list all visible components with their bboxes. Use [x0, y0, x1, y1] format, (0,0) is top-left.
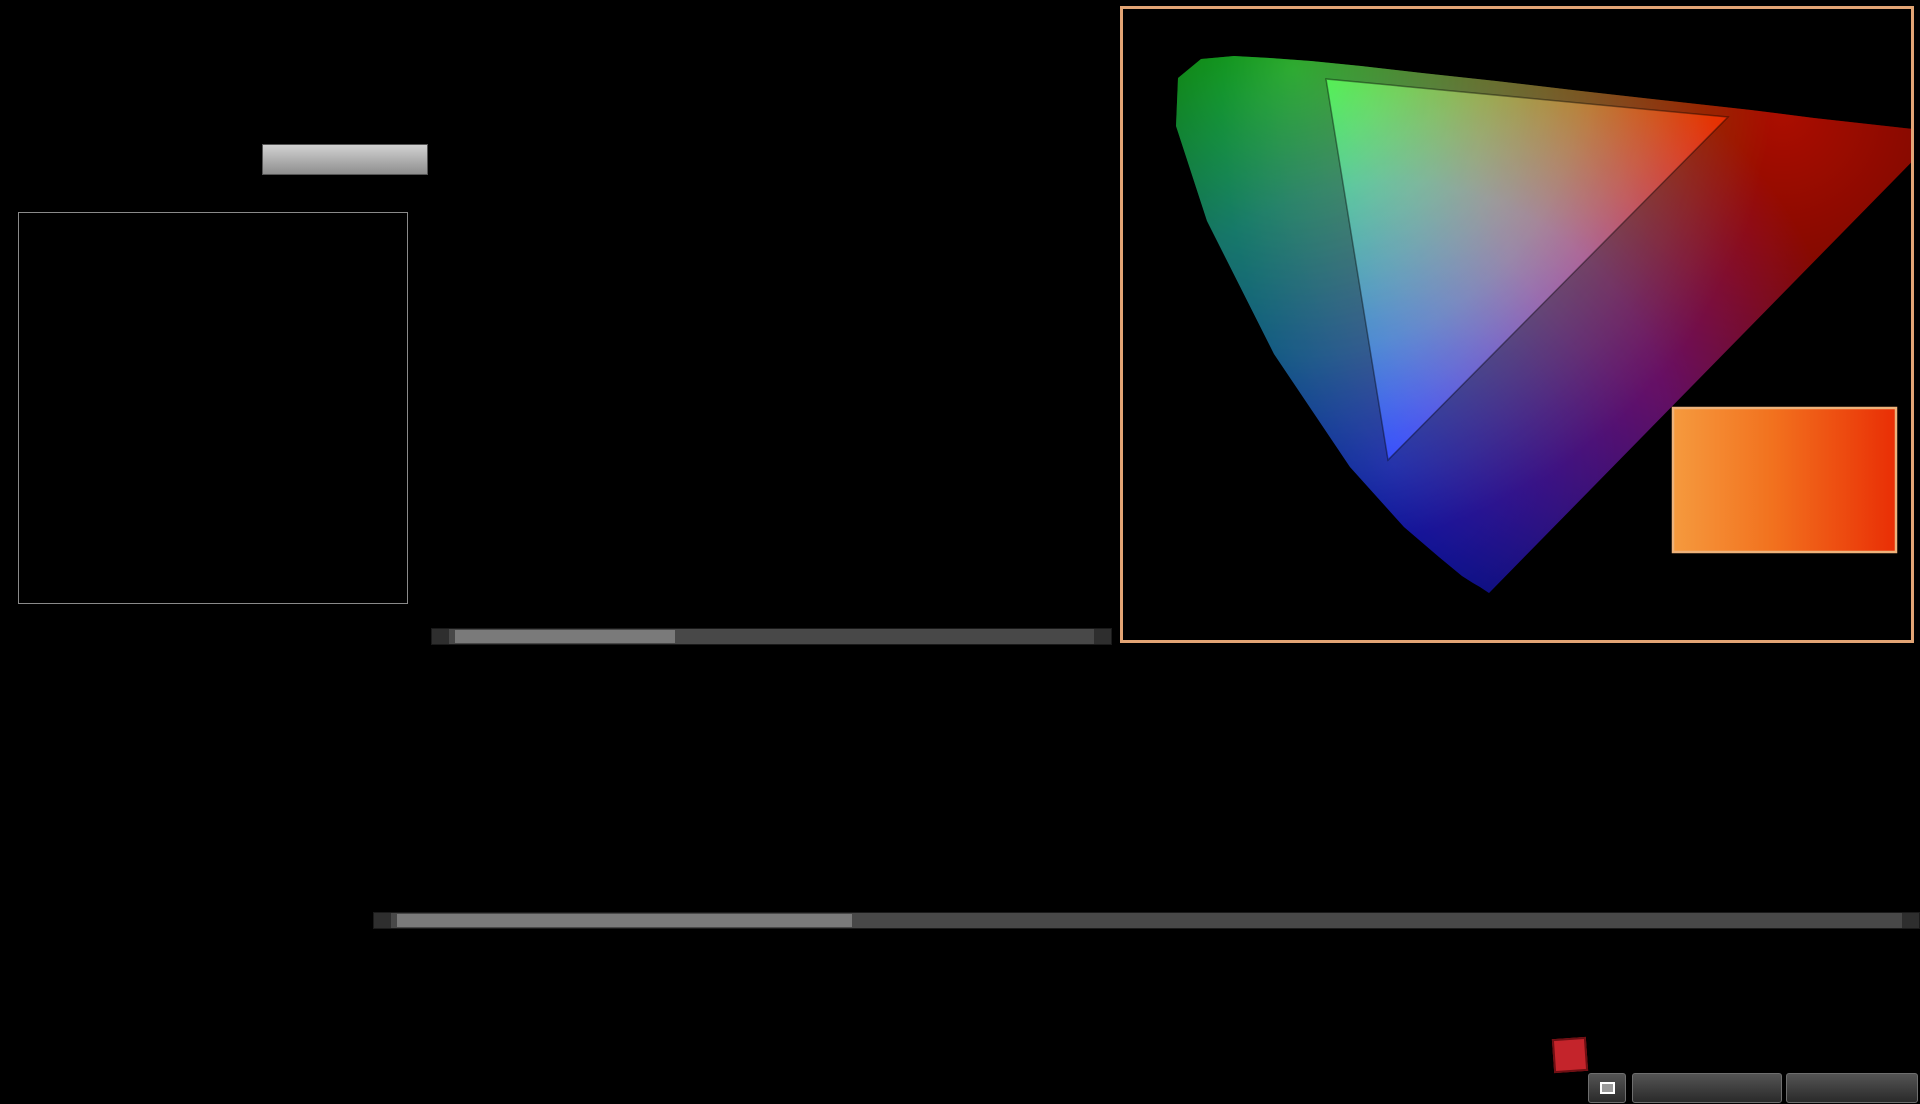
back-button[interactable]	[1632, 1073, 1782, 1103]
deltae-bars	[19, 213, 407, 603]
delta-h-plot	[916, 46, 1100, 429]
cie-diagram	[1123, 9, 1911, 640]
table-scrollbar-thumb[interactable]	[397, 914, 852, 927]
swatch-scrollbar[interactable]	[431, 628, 1112, 645]
cie-1976-panel	[1120, 6, 1914, 643]
colorchecker-app	[0, 0, 1920, 1104]
delta-c-chart	[683, 12, 867, 429]
delta-l-plot	[451, 46, 635, 429]
target-row-label	[428, 520, 444, 590]
scroll-left-button[interactable]	[432, 629, 449, 644]
table-scroll-left-button[interactable]	[374, 913, 391, 928]
measurement-table-wrap	[373, 661, 1920, 907]
next-button[interactable]	[1786, 1073, 1918, 1103]
deltae-bar-chart	[18, 212, 408, 604]
deltae-x-axis	[18, 610, 408, 630]
scrollbar-thumb[interactable]	[455, 630, 675, 643]
table-scroll-right-button[interactable]	[1902, 913, 1919, 928]
cie-inset-zoom	[1673, 408, 1896, 552]
table-scrollbar[interactable]	[373, 912, 1920, 929]
actual-row-label	[428, 450, 444, 520]
scroll-right-button[interactable]	[1094, 629, 1111, 644]
table-left-gutter	[373, 661, 392, 908]
notebookcheck-logo	[1553, 1038, 1594, 1072]
delta-h-chart	[916, 12, 1100, 429]
window-icon	[1600, 1082, 1615, 1094]
delta-l-chart	[451, 12, 635, 429]
delta-c-title	[683, 12, 867, 32]
delta-l-title	[451, 12, 635, 32]
table-scrollbar-track[interactable]	[391, 913, 1902, 928]
window-button[interactable]	[1588, 1073, 1626, 1103]
delta-h-title	[916, 12, 1100, 32]
delta-c-plot	[683, 46, 867, 429]
formula-dropdown[interactable]	[262, 144, 428, 175]
logo-check-icon	[1552, 1037, 1588, 1073]
scrollbar-track[interactable]	[449, 629, 1094, 644]
current-xy	[14, 800, 78, 828]
